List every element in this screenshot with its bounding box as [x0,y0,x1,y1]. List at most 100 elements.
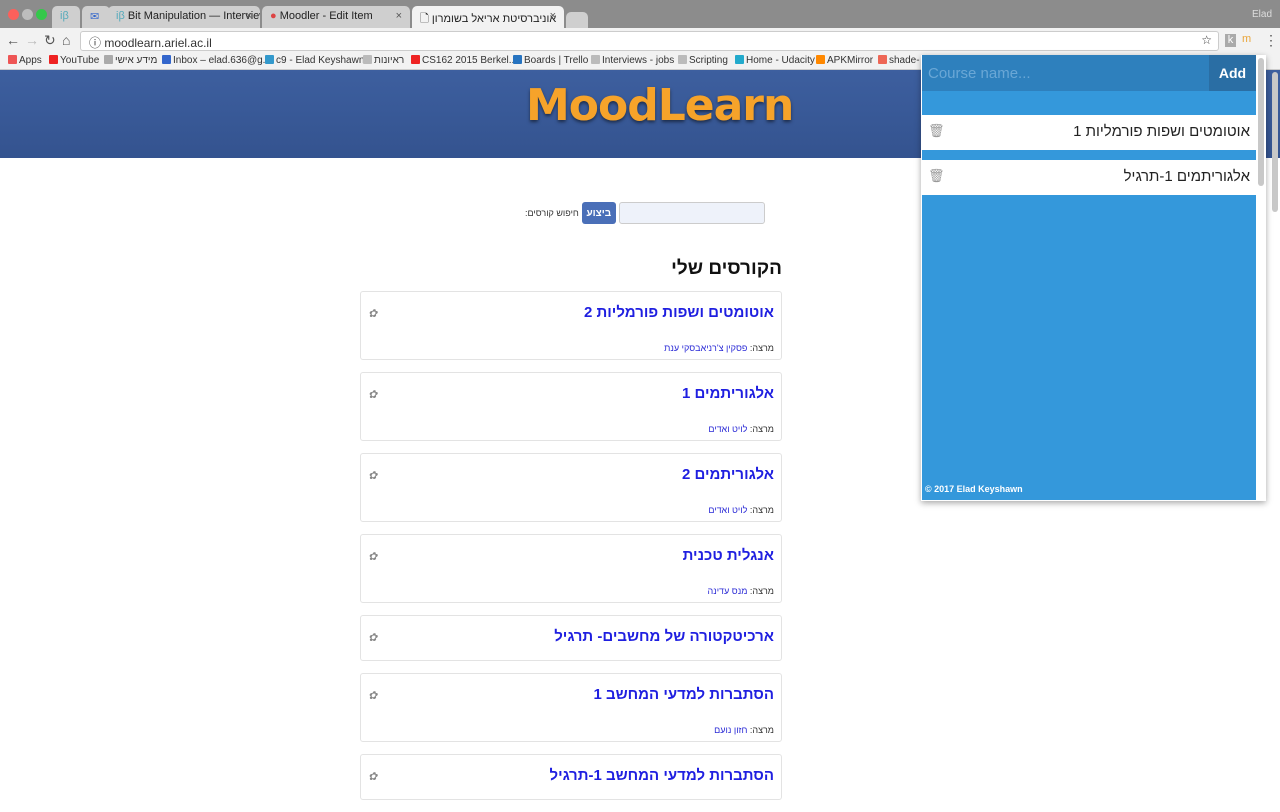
folder-icon [591,55,600,64]
course-icon: ✿ [368,632,378,644]
course-card: הסתברות למדעי המחשב 1 מרצה: חזון נועם ✿ [360,673,782,742]
bookmark-udacity[interactable]: Home - Udacity [735,53,815,69]
page-scrollbar[interactable] [1272,72,1278,212]
course-icon: ✿ [368,771,378,783]
url-text: moodlearn.ariel.ac.il [104,36,212,50]
close-tab-icon[interactable]: × [246,10,252,22]
bookmark-gitlab[interactable]: shade- [878,53,920,69]
course-card: הסתברות למדעי המחשב 1-תרגיל ✿ [360,754,782,800]
bookmark-apkmirror[interactable]: APKMirror [816,53,873,69]
teacher-label: מרצה: [749,725,774,735]
tab-bit-manipulation[interactable]: iβ Bit Manipulation — InterviewBit× [108,6,260,28]
bookmark-star-icon[interactable]: ☆ [1201,33,1212,47]
course-link[interactable]: אלגוריתמים 2 [368,466,774,490]
bookmark-interviews-jobs[interactable]: Interviews - jobs [591,53,674,69]
extension-popup: Add אוטומטים ושפות פורמליות 1 🗑 אלגוריתמי… [921,55,1266,501]
trash-icon[interactable]: 🗑 [928,168,945,187]
search-submit-button[interactable]: ביצוע [581,202,616,224]
close-tab-icon[interactable]: × [550,10,556,22]
course-link[interactable]: הסתברות למדעי המחשב 1-תרגיל [368,767,774,791]
course-name-input[interactable] [922,55,1209,91]
course-link[interactable]: ארכיטקטורה של מחשבים- תרגיל [368,628,774,652]
bookmark-apps[interactable]: Apps [8,53,42,69]
close-tab-icon[interactable]: × [396,10,402,22]
teacher-label: מרצה: [749,586,774,596]
tab-title: Moodler - Edit Item [279,10,373,22]
course-card: ארכיטקטורה של מחשבים- תרגיל ✿ [360,615,782,661]
maximize-window-button[interactable] [36,9,47,20]
inbox-icon [162,55,171,64]
inbox-icon: ✉ [90,11,100,23]
course-link[interactable]: אוטומטים ושפות פורמליות 2 [368,304,774,328]
course-card: אנגלית טכנית מרצה: מנס עדינה ✿ [360,534,782,603]
bookmark-inbox[interactable]: Inbox – elad.636@g... [162,53,271,69]
course-link[interactable]: הסתברות למדעי המחשב 1 [368,686,774,710]
popup-body: Add אוטומטים ושפות פורמליות 1 🗑 אלגוריתמי… [922,55,1256,500]
folder-icon [678,55,687,64]
bookmark-scripting[interactable]: Scripting [678,53,728,69]
popup-scrollbar[interactable] [1258,58,1264,186]
back-icon[interactable]: ← [6,32,20,48]
page-icon: 🗋 [420,13,432,25]
site-logo[interactable]: MoodLearn [526,80,794,131]
teacher-link[interactable]: פסקין צ'רניאבסקי ענת [664,343,747,353]
course-icon: ✿ [368,551,378,563]
gitlab-icon [878,55,887,64]
ib-icon: iβ [116,10,128,22]
teacher-link[interactable]: חזון נועם [714,725,747,735]
tab-bar: iβ ✉ iβ Bit Manipulation — InterviewBit×… [0,0,1280,28]
apps-icon [8,55,17,64]
menu-icon[interactable]: ⋮ [1264,32,1278,49]
course-icon: ✿ [368,389,378,401]
tab-ariel[interactable]: 🗋 אוניברסיטת אריאל בשומרון × [412,6,564,28]
course-link[interactable]: אלגוריתמים 1 [368,385,774,409]
address-bar[interactable]: ⓘ moodlearn.ariel.ac.il ☆ [80,31,1219,51]
course-icon: ✿ [368,470,378,482]
bookmark-youtube[interactable]: YouTube [49,53,99,69]
youtube-icon [49,55,58,64]
teacher-label: מרצה: [749,505,774,515]
c9-icon [265,55,274,64]
teacher-label: מרצה: [749,424,774,434]
course-search-input[interactable] [618,202,765,224]
saved-course-item[interactable]: אלגוריתמים 1-תרגיל 🗑 [922,160,1256,195]
saved-course-item[interactable]: אוטומטים ושפות פורמליות 1 🗑 [922,115,1256,150]
bookmark-interviews-folder[interactable]: ראיונות [363,53,404,69]
ib-icon: iβ [60,10,69,22]
teacher-label: מרצה: [749,343,774,353]
tab-interviewbit-pinned[interactable]: iβ [52,6,80,28]
popup-footer: © 2017 Elad Keyshawn [925,484,1023,494]
teacher-link[interactable]: לויט ואדים [708,505,747,515]
bookmark-trello[interactable]: Boards | Trello [513,53,588,69]
info-icon: ⓘ [89,36,105,50]
bookmark-cs162[interactable]: CS162 2015 Berkel... [411,53,517,69]
reload-icon[interactable]: ↻ [44,32,56,49]
close-window-button[interactable] [8,9,19,20]
course-card: אוטומטים ושפות פורמליות 2 מרצה: פסקין צ'ר… [360,291,782,360]
tab-inbox-pinned[interactable]: ✉ [82,6,110,28]
course-search-form: חיפוש קורסים: ביצוע [522,202,765,224]
moodlearn-extension-icon[interactable]: m [1242,33,1251,45]
profile-name[interactable]: Elad [1252,9,1272,20]
new-tab-button[interactable] [566,12,588,28]
tab-title: Bit Manipulation — InterviewBit [127,10,260,22]
search-label: חיפוש קורסים: [525,208,579,218]
course-icon: ✿ [368,690,378,702]
my-courses-heading: הקורסים שלי [671,258,782,279]
course-link[interactable]: אנגלית טכנית [368,547,774,571]
bookmark-c9[interactable]: c9 - Elad Keyshawn [265,53,364,69]
extension-icon[interactable]: k [1225,34,1236,47]
trash-icon[interactable]: 🗑 [928,123,945,142]
teacher-link[interactable]: לויט ואדים [708,424,747,434]
add-course-button[interactable]: Add [1209,55,1256,91]
tab-moodler[interactable]: ● Moodler - Edit Item × [262,6,410,28]
course-icon: ✿ [368,308,378,320]
site-icon [104,55,113,64]
home-icon[interactable]: ⌂ [62,32,70,48]
course-list: אוטומטים ושפות פורמליות 2 מרצה: פסקין צ'ר… [360,291,782,812]
bookmark-personal-info[interactable]: מידע אישי [104,53,157,69]
teacher-link[interactable]: מנס עדינה [708,586,748,596]
trello-icon [513,55,522,64]
minimize-window-button[interactable] [22,9,33,20]
forward-icon[interactable]: → [25,32,39,48]
